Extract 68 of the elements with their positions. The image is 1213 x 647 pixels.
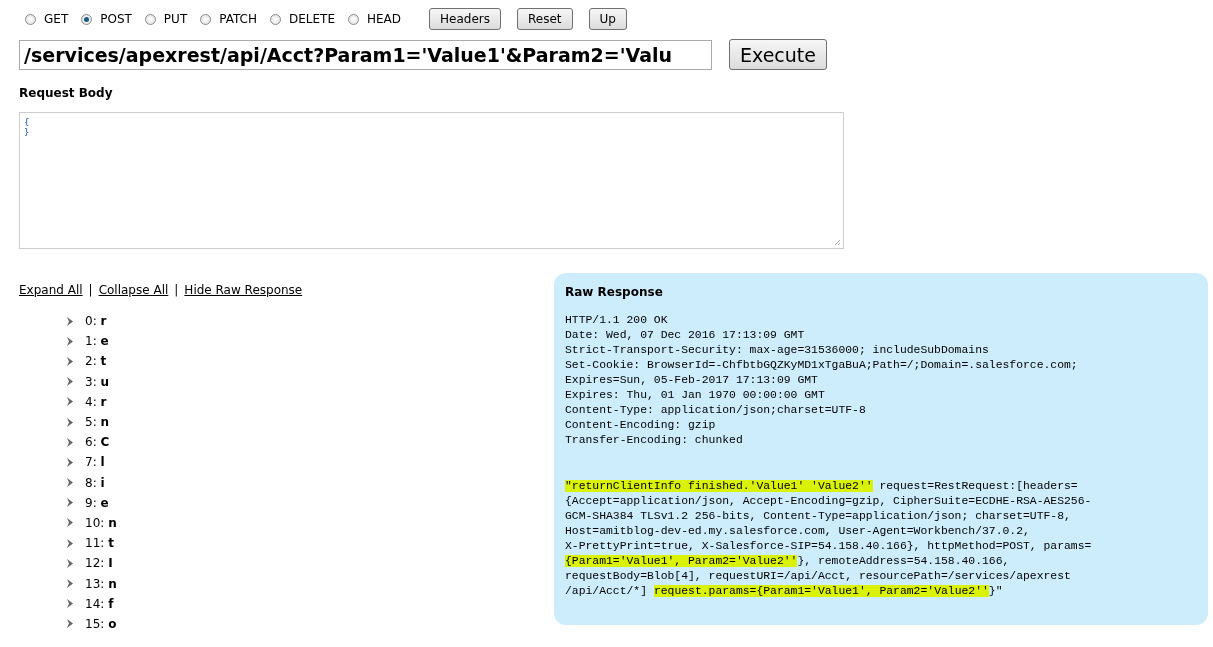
- tree-item[interactable]: 12: I: [85, 556, 113, 571]
- expand-arrow-icon[interactable]: [66, 417, 74, 427]
- request-body-field[interactable]: { }: [19, 112, 844, 249]
- expand-arrow-icon[interactable]: [66, 397, 74, 407]
- execute-button[interactable]: Execute: [729, 39, 827, 70]
- tree-item[interactable]: 10: n: [85, 515, 117, 530]
- radio-label[interactable]: POST: [100, 12, 132, 26]
- expand-arrow-icon[interactable]: [66, 478, 74, 488]
- tree-item[interactable]: 13: n: [85, 576, 117, 591]
- tree-item[interactable]: 7: l: [85, 455, 105, 470]
- tree-item[interactable]: 9: e: [85, 495, 109, 510]
- expand-arrow-icon[interactable]: [66, 619, 74, 629]
- radio-label[interactable]: DELETE: [289, 12, 335, 26]
- expand-arrow-icon[interactable]: [66, 457, 74, 467]
- expand-arrow-icon[interactable]: [66, 518, 74, 528]
- radio-button[interactable]: [200, 13, 212, 25]
- toggle-link[interactable]: Collapse All: [98, 283, 169, 297]
- toggle-link[interactable]: Expand All: [19, 283, 83, 297]
- expand-arrow-icon[interactable]: [66, 316, 74, 326]
- expand-arrow-icon[interactable]: [66, 336, 74, 346]
- expand-arrow-icon[interactable]: [66, 579, 74, 589]
- toolbar-button[interactable]: Up: [588, 8, 627, 30]
- expand-arrow-icon[interactable]: [66, 558, 74, 568]
- radio-label[interactable]: HEAD: [367, 12, 402, 26]
- url-field[interactable]: /services/apexrest/api/Acct?Param1='Value1'&Param2='Valu: [19, 39, 712, 70]
- toggle-link[interactable]: Hide Raw Response: [184, 283, 303, 297]
- tree-item[interactable]: 8: i: [85, 475, 105, 490]
- tree-item[interactable]: 0: r: [85, 314, 107, 329]
- separator: |: [174, 283, 179, 297]
- radio-label[interactable]: GET: [44, 12, 69, 26]
- tree-item[interactable]: 15: o: [85, 616, 117, 631]
- tree-item[interactable]: 4: r: [85, 394, 107, 409]
- expand-arrow-icon[interactable]: [66, 498, 74, 508]
- expand-arrow-icon[interactable]: [66, 377, 74, 387]
- response-header-line: Date: Wed, 07 Dec 2016 17:13:09 GMT: [565, 328, 806, 343]
- toolbar-button[interactable]: Headers: [429, 8, 502, 30]
- section-label: Request Body: [19, 86, 114, 100]
- tree-item[interactable]: 2: t: [85, 354, 107, 369]
- response-header-line: Content-Type: application/json;charset=UTF-8: [565, 403, 867, 418]
- response-header-line: Content-Encoding: gzip: [565, 418, 717, 433]
- panel-title: Raw Response: [565, 285, 664, 299]
- radio-button[interactable]: [81, 13, 93, 25]
- separator: |: [88, 283, 93, 297]
- radio-label[interactable]: PATCH: [219, 12, 257, 26]
- resize-grip-icon[interactable]: [834, 239, 841, 246]
- response-header-line: HTTP/1.1 200 OK: [565, 313, 669, 328]
- expand-arrow-icon[interactable]: [66, 538, 74, 548]
- expand-arrow-icon[interactable]: [66, 356, 74, 366]
- response-header-line: Set-Cookie: BrowserId=-ChfbtbGQZKyMD1xTgaBuA;Path=/;Domain=.salesforce.com;: [565, 358, 1079, 373]
- expand-arrow-icon[interactable]: [66, 599, 74, 609]
- response-header-line: Expires: Thu, 01 Jan 1970 00:00:00 GMT: [565, 388, 826, 403]
- tree-item[interactable]: 14: f: [85, 596, 114, 611]
- response-header-line: Expires=Sun, 05-Feb-2017 17:13:09 GMT: [565, 373, 819, 388]
- tree-item[interactable]: 11: t: [85, 536, 114, 551]
- expand-arrow-icon[interactable]: [66, 437, 74, 447]
- response-header-line: Transfer-Encoding: chunked: [565, 433, 744, 448]
- radio-button[interactable]: [144, 13, 156, 25]
- toolbar-button[interactable]: Reset: [517, 8, 573, 30]
- radio-button[interactable]: [270, 13, 281, 25]
- radio-button[interactable]: [25, 13, 36, 25]
- tree-item[interactable]: 6: C: [85, 435, 110, 450]
- tree-item[interactable]: 1: e: [85, 334, 109, 349]
- radio-label[interactable]: PUT: [163, 12, 188, 26]
- tree-item[interactable]: 3: u: [85, 374, 110, 389]
- radio-button[interactable]: [348, 13, 359, 25]
- response-body: "returnClientInfo finished.'Value1' 'Value2'' request=RestRequest:[headers= {Accept=application/json, Accept-Encoding=gzip, CipherSuite=ECDHE-RSA-AES256- GCM-SHA384 TLSv1.2 256-bits, Content-Type=application/json; charset=UTF-8, Host=amitblog-dev-ed.my.salesforce.com, User-Agent=Workbench/37.0.2, X-PrettyPrint=true, X-Salesforce-SIP=54.158.40.166}, httpMethod=POST, params= {Param1='Value1', Param2='Value2''}, remoteAddress=54.158.40.166, requestBody=Blob[4], requestURI=/api/Acct, resourcePath=/services/apexrest /api/Acct/*] request.params={Param1='Value1', Param2='Value2''}": [565, 479, 1093, 599]
- tree-item[interactable]: 5: n: [85, 415, 110, 430]
- response-header-line: Strict-Transport-Security: max-age=31536000; includeSubDomains: [565, 343, 990, 358]
